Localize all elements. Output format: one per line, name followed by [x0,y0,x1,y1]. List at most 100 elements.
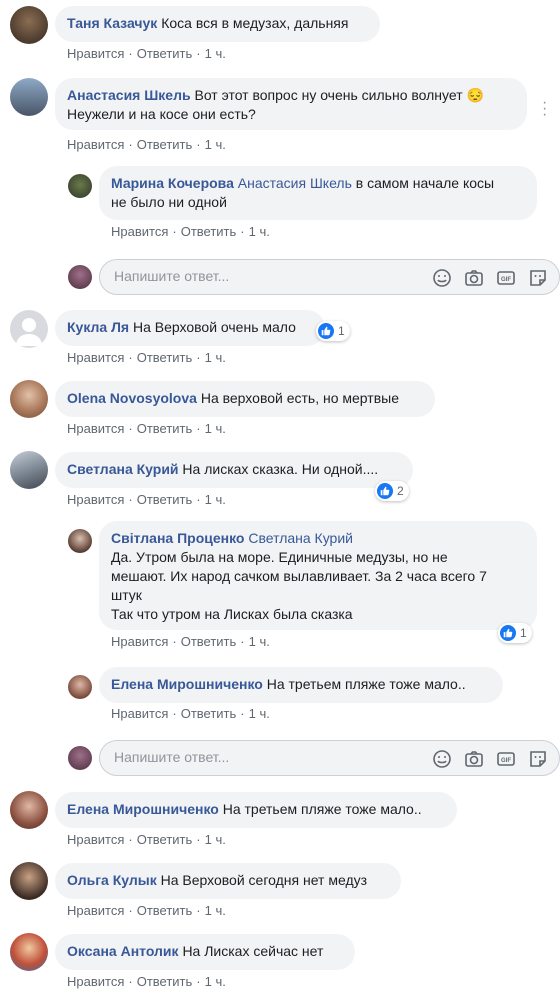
comment-author[interactable]: Кукла Ля [67,319,129,335]
reply-bubble: Марина Кочерова Анастасия Шкель в самом … [99,166,537,220]
separator: · [196,137,201,152]
like-count: 1 [338,324,345,338]
comment-author[interactable]: Ольга Кулык [67,872,157,888]
current-user-avatar [68,265,92,289]
comment-actions: Нравится · Ответить · 1 ч. [67,421,226,436]
mention-link[interactable]: Анастасия Шкель [238,175,352,191]
timestamp[interactable]: 1 ч. [205,492,226,507]
avatar[interactable] [10,78,48,116]
like-link[interactable]: Нравится [67,46,124,61]
reply-link[interactable]: Ответить [181,634,237,649]
like-link[interactable]: Нравится [67,421,124,436]
reply-input[interactable]: Напишите ответ... GIF [99,259,560,295]
reply-link[interactable]: Ответить [137,421,193,436]
like-link[interactable]: Нравится [111,706,168,721]
reply-link[interactable]: Ответить [137,832,193,847]
comment-text: Неужели и на косе они есть? [67,106,256,122]
sticker-icon[interactable] [527,267,549,289]
avatar[interactable] [68,529,92,553]
comment-bubble: Оксана Антолик На Лисках сейчас нет [55,934,355,970]
avatar[interactable] [10,451,48,489]
sticker-icon[interactable] [527,748,549,770]
comment-author[interactable]: Елена Мирошниченко [67,801,219,817]
reply-link[interactable]: Ответить [137,903,193,918]
reply-bubble: Елена Мирошниченко На третьем пляже тоже… [99,667,503,703]
reply-text: Так что утром на Лисках была сказка [111,606,353,622]
avatar[interactable] [10,6,48,44]
reply-actions: Нравится · Ответить · 1 ч. [111,706,270,721]
separator: · [172,706,177,721]
reaction-count[interactable]: 1 [316,321,350,341]
timestamp[interactable]: 1 ч. [205,903,226,918]
avatar[interactable] [10,933,48,971]
timestamp[interactable]: 1 ч. [205,350,226,365]
separator: · [128,137,133,152]
reply-author[interactable]: Світлана Проценко [111,530,244,546]
reply-bubble: Світлана Проценко Светлана Курий Да. Утр… [99,521,537,630]
comment-bubble: Ольга Кулык На Верховой сегодня нет меду… [55,863,401,899]
reply-author[interactable]: Марина Кочерова [111,175,234,191]
timestamp[interactable]: 1 ч. [205,974,226,989]
emoji: 😔 [466,87,484,103]
timestamp[interactable]: 1 ч. [205,46,226,61]
mention-link[interactable]: Светлана Курий [248,530,353,546]
reply-actions: Нравится · Ответить · 1 ч. [111,224,270,239]
comment-text: На Лисках сейчас нет [182,943,324,959]
timestamp[interactable]: 1 ч. [249,224,270,239]
comment-text: На Верховой очень мало [132,319,296,335]
reply-link[interactable]: Ответить [181,706,237,721]
like-link[interactable]: Нравится [67,137,124,152]
more-options-icon[interactable]: · · · [542,95,547,123]
comment-author[interactable]: Оксана Антолик [67,943,179,959]
reply-text: штук [111,587,142,603]
reply-link[interactable]: Ответить [137,350,193,365]
reply-placeholder: Напишите ответ... [114,268,230,284]
like-link[interactable]: Нравится [67,974,124,989]
reaction-count[interactable]: 1 [498,623,532,643]
avatar[interactable] [10,862,48,900]
separator: · [172,634,177,649]
separator: · [128,46,133,61]
like-link[interactable]: Нравится [111,634,168,649]
reply-author[interactable]: Елена Мирошниченко [111,676,263,692]
reply-link[interactable]: Ответить [137,137,193,152]
avatar[interactable] [10,791,48,829]
timestamp[interactable]: 1 ч. [205,421,226,436]
timestamp[interactable]: 1 ч. [205,137,226,152]
emoji-icon[interactable] [431,748,453,770]
gif-icon[interactable]: GIF [495,267,517,289]
like-link[interactable]: Нравится [67,903,124,918]
reply-input[interactable]: Напишите ответ... GIF [99,740,560,776]
reaction-count[interactable]: 2 [375,481,409,501]
like-link[interactable]: Нравится [67,350,124,365]
avatar[interactable] [10,380,48,418]
timestamp[interactable]: 1 ч. [205,832,226,847]
reply-link[interactable]: Ответить [181,224,237,239]
timestamp[interactable]: 1 ч. [249,634,270,649]
comment-author[interactable]: Таня Казачук [67,15,157,31]
comment-author[interactable]: Светлана Курий [67,461,179,477]
timestamp[interactable]: 1 ч. [249,706,270,721]
like-link[interactable]: Нравится [67,492,124,507]
reply-link[interactable]: Ответить [137,46,193,61]
like-link[interactable]: Нравится [111,224,168,239]
separator: · [196,974,201,989]
camera-icon[interactable] [463,267,485,289]
comment-author[interactable]: Анастасия Шкель [67,87,191,103]
reply-link[interactable]: Ответить [137,974,193,989]
comment-bubble: Елена Мирошниченко На третьем пляже тоже… [55,792,457,828]
camera-icon[interactable] [463,748,485,770]
gif-icon[interactable]: GIF [495,748,517,770]
emoji-icon[interactable] [431,267,453,289]
avatar-placeholder[interactable] [10,310,48,348]
avatar[interactable] [68,675,92,699]
reply-link[interactable]: Ответить [137,492,193,507]
separator: · [128,903,133,918]
separator: · [128,974,133,989]
comment-actions: Нравится · Ответить · 1 ч. [67,137,226,152]
avatar[interactable] [68,174,92,198]
comment-author[interactable]: Olena Novosyolova [67,390,197,406]
comment-actions: Нравится · Ответить · 1 ч. [67,974,226,989]
like-link[interactable]: Нравится [67,832,124,847]
reply-actions: Нравится · Ответить · 1 ч. [111,634,270,649]
